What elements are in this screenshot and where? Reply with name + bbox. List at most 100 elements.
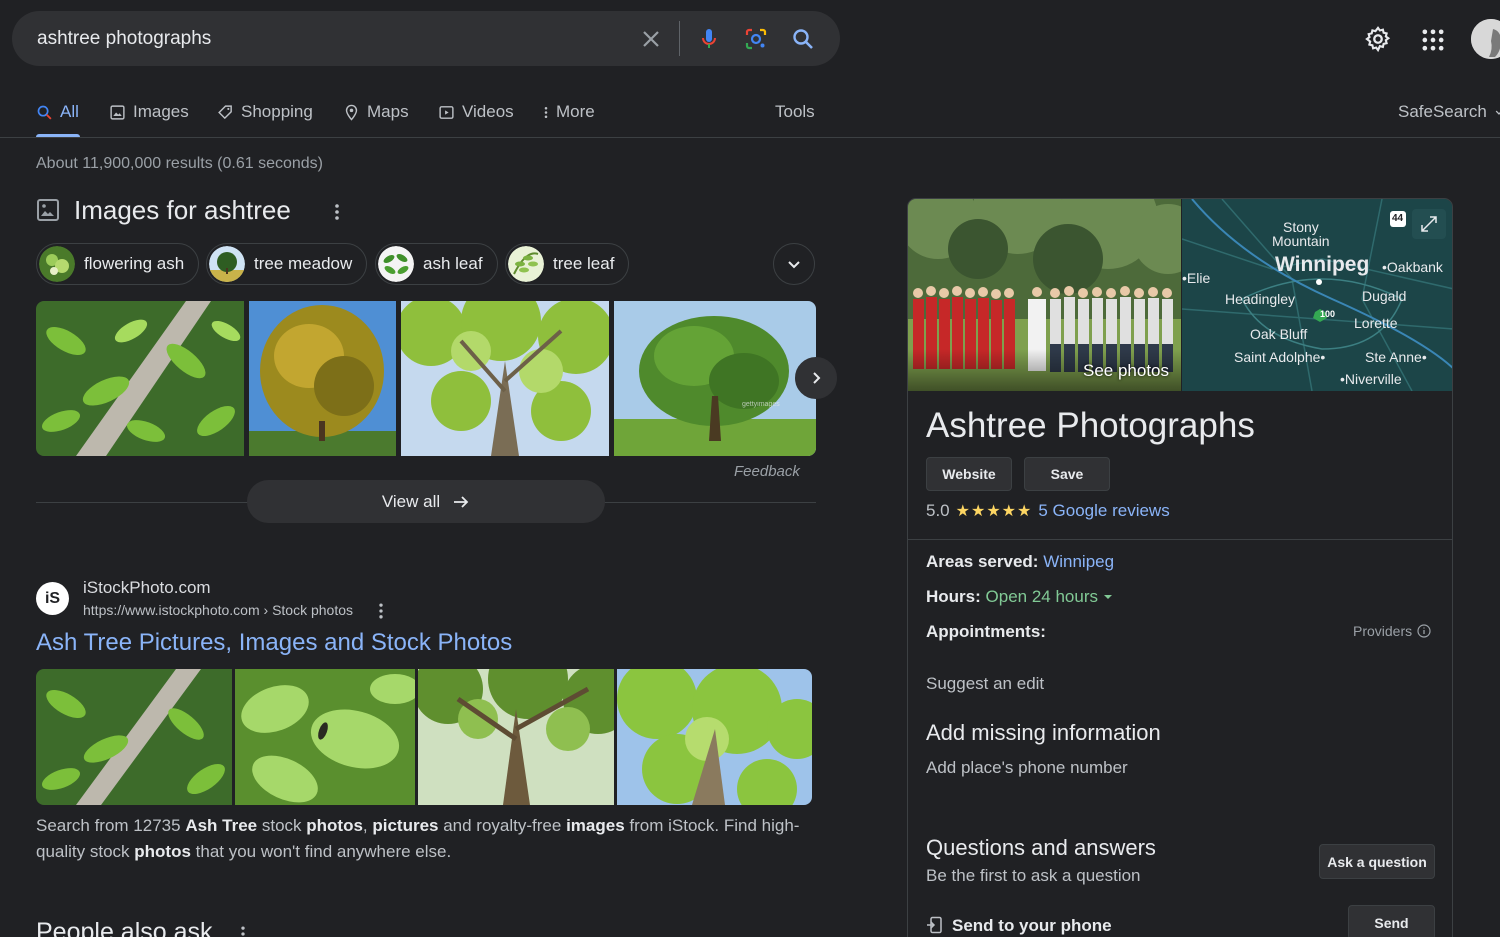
clear-icon[interactable] [639,27,663,51]
highway-shield: 100 [1320,309,1336,319]
kebab-icon [544,106,548,118]
highway-shield: 44 [1392,213,1404,224]
site-url[interactable]: https://www.istockphoto.com › Stock phot… [83,602,353,618]
chip-thumbnail [209,246,245,282]
site-favicon: iS [36,582,69,615]
save-button[interactable]: Save [1024,457,1110,491]
pin-icon [345,104,358,121]
images-section-title: Images for ashtree [74,195,291,225]
settings-icon[interactable] [1364,25,1392,53]
chip-thumbnail [39,246,75,282]
knowledge-panel: See photos Stony Mountain Winnipeg •Oakb… [907,198,1453,937]
send-button[interactable]: Send [1348,905,1435,937]
hours-row[interactable]: Hours: Open 24 hours [926,587,1113,607]
tab-label: Images [133,102,189,121]
site-name[interactable]: iStockPhoto.com [83,578,211,598]
chip-flowering-ash[interactable]: flowering ash [36,243,200,285]
feedback-link[interactable]: Feedback [734,463,800,480]
chip-label: tree leaf [553,254,615,273]
see-photos-label[interactable]: See photos [1083,361,1169,381]
add-phone-link[interactable]: Add place's phone number [926,758,1128,778]
chip-label: ash leaf [423,254,483,273]
business-title: Ashtree Photographs [926,406,1255,445]
result-stats: About 11,900,000 results (0.61 seconds) [36,155,323,172]
tab-label: All [60,102,79,121]
image-result[interactable] [401,301,609,456]
view-all-button[interactable]: View all [247,480,605,523]
website-button[interactable]: Website [926,457,1012,491]
map-label: Oak Bluff [1250,326,1308,342]
tab-label: More [556,102,595,121]
map-label: Dugald [1362,288,1407,304]
qa-first-ask-link[interactable]: Be the first to ask a question [926,866,1141,886]
business-photo[interactable]: See photos [908,199,1181,391]
tab-videos[interactable]: Videos [438,100,514,124]
safesearch-label: SafeSearch [1398,102,1487,121]
result-image[interactable] [235,669,415,805]
map-label: •Elie [1182,270,1211,286]
chip-ash-leaf[interactable]: ash leaf [375,243,498,285]
expand-chips-button[interactable] [773,243,815,285]
tab-more[interactable]: More [540,100,595,124]
map-label: Headingley [1225,291,1296,307]
chip-tree-leaf[interactable]: tree leaf [505,243,630,285]
caret-down-icon [1103,595,1112,599]
areas-served-row: Areas served: Winnipeg [926,552,1115,571]
suggest-edit-link[interactable]: Suggest an edit [926,674,1044,694]
result-image[interactable] [617,669,812,805]
search-divider [679,21,680,56]
lens-icon[interactable] [744,27,768,51]
search-icon[interactable] [791,27,815,51]
map-label: •Niverville [1340,371,1402,387]
tab-all[interactable]: All [36,100,79,124]
image-result[interactable]: gettyimages [614,301,816,456]
chevron-down-icon [1495,110,1500,115]
tab-images[interactable]: Images [109,100,189,124]
providers-info[interactable]: Providers [1353,623,1431,639]
tab-maps[interactable]: Maps [343,100,409,124]
search-bar[interactable]: ashtree photographs [12,11,840,66]
star-icon: ★★★★★ [955,503,1033,520]
image-result[interactable] [249,301,396,456]
kebab-icon[interactable] [374,601,388,621]
play-icon [439,105,454,119]
providers-label: Providers [1353,623,1413,639]
appointments-row: Appointments: [926,622,1046,641]
tab-shopping[interactable]: Shopping [217,100,313,124]
arrow-right-icon [454,495,469,508]
chevron-down-icon [788,261,800,269]
chip-label: tree meadow [254,254,353,273]
tab-label: Maps [367,102,409,121]
result-title-link[interactable]: Ash Tree Pictures, Images and Stock Phot… [36,629,512,657]
result-image[interactable] [36,669,232,805]
kebab-icon[interactable] [236,924,250,937]
safesearch-button[interactable]: SafeSearch [1398,100,1500,124]
ask-question-button[interactable]: Ask a question [1319,844,1435,879]
areas-served-link[interactable]: Winnipeg [1043,552,1114,571]
chip-thumbnail [508,246,544,282]
reviews-link[interactable]: 5 Google reviews [1038,501,1169,521]
people-also-ask-heading: People also ask [36,918,213,937]
mic-icon[interactable] [697,27,721,51]
chip-tree-meadow[interactable]: tree meadow [206,243,368,285]
avatar[interactable] [1471,19,1500,59]
map-label: Lorette [1354,315,1398,331]
result-snippet: Search from 12735 Ash Tree stock photos,… [36,816,800,861]
info-icon [1417,624,1431,638]
tab-tools[interactable]: Tools [775,100,815,124]
chip-thumbnail [378,246,414,282]
result-image[interactable] [418,669,614,805]
rating-value: 5.0 [926,501,950,520]
qa-heading: Questions and answers [926,835,1156,860]
view-all-label: View all [381,491,441,511]
tab-label: Tools [775,102,815,121]
apps-icon[interactable] [1419,26,1447,54]
business-map[interactable]: Stony Mountain Winnipeg •Oakbank •Elie H… [1182,199,1452,391]
send-to-phone-label: Send to your phone [952,916,1112,935]
kebab-icon[interactable] [328,200,346,224]
image-result[interactable] [36,301,244,456]
search-icon [37,105,52,120]
next-images-button[interactable] [795,357,837,399]
chevron-right-icon [813,372,821,384]
search-input[interactable]: ashtree photographs [37,28,211,50]
